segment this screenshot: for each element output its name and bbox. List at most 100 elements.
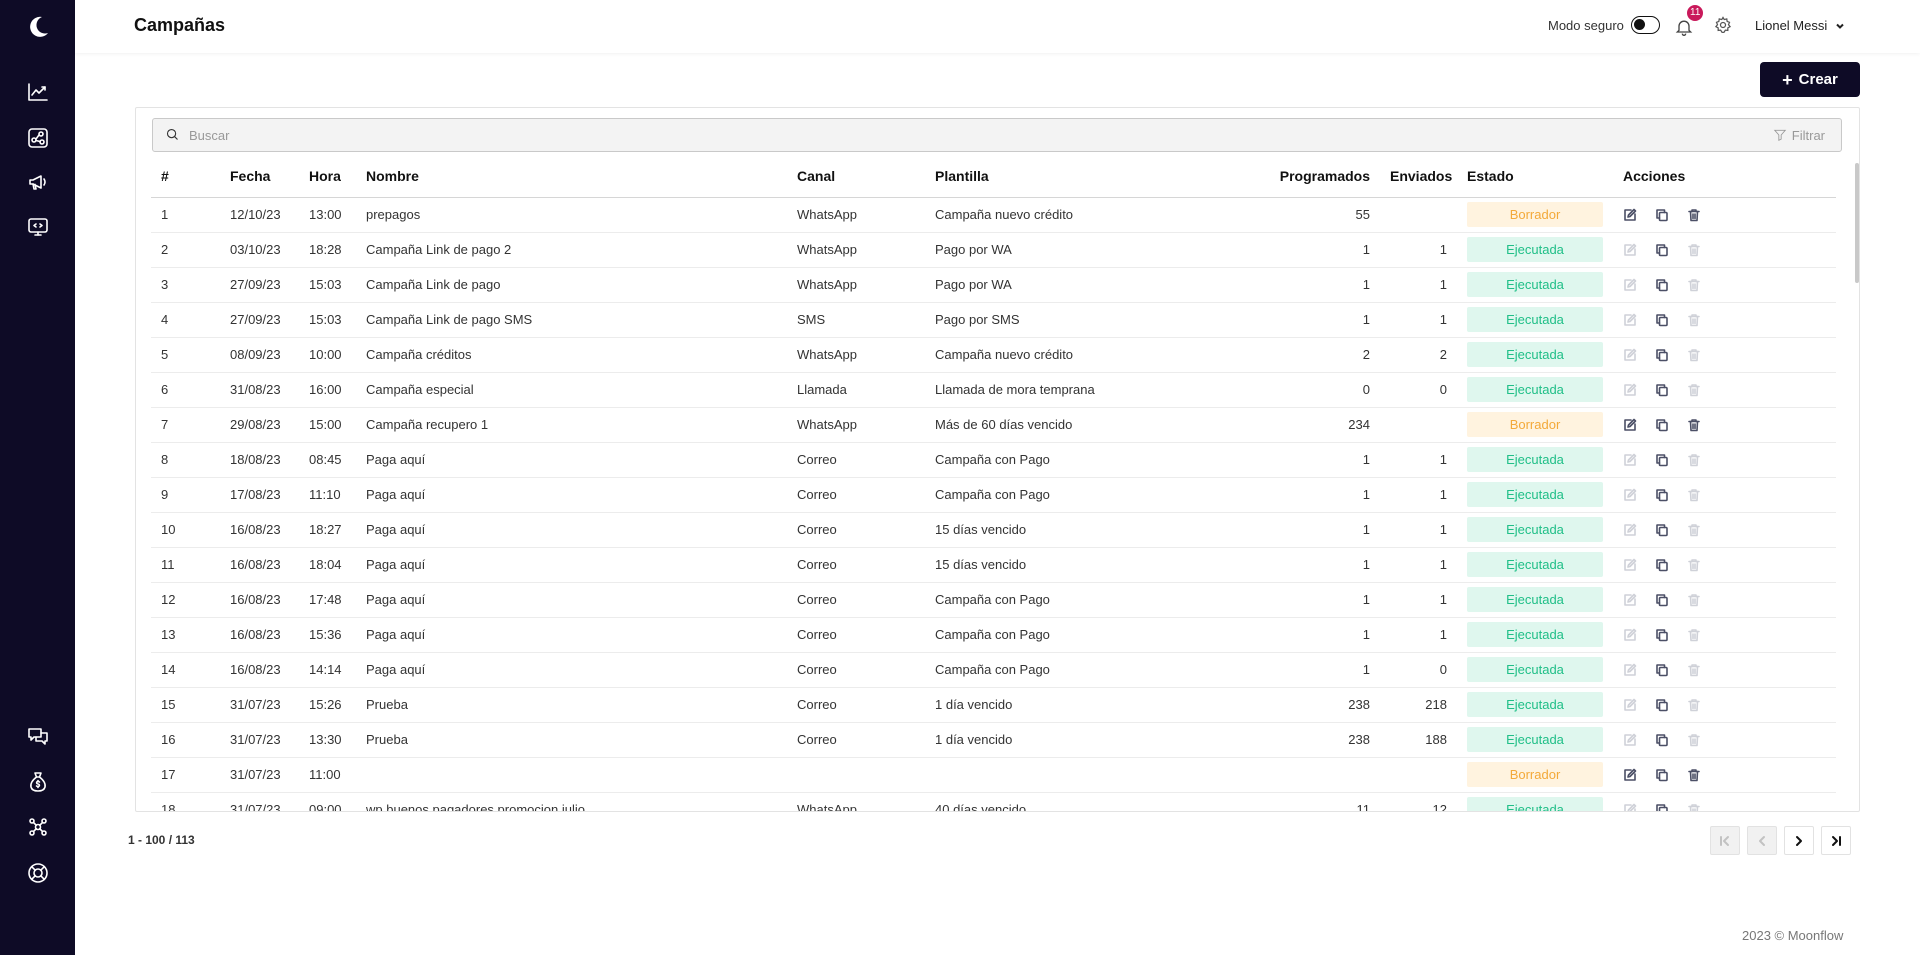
copy-icon[interactable]	[1655, 453, 1669, 467]
trash-icon[interactable]	[1687, 278, 1701, 292]
user-menu[interactable]: Lionel Messi	[1755, 18, 1845, 33]
edit-icon[interactable]	[1623, 348, 1637, 362]
table-row[interactable]: 10 16/08/23 18:27 Paga aquí Correo 15 días ve…	[151, 512, 1836, 548]
trash-icon[interactable]	[1687, 488, 1701, 502]
network-icon[interactable]	[0, 807, 75, 847]
money-bag-icon[interactable]	[0, 762, 75, 802]
table-row[interactable]: 4 27/09/23 15:03 Campaña Link de pago SMS SM…	[151, 302, 1836, 338]
table-row[interactable]: 6 31/08/23 16:00 Campaña especial Llamada Lla…	[151, 372, 1836, 408]
copy-icon[interactable]	[1655, 698, 1669, 712]
trash-icon[interactable]	[1687, 348, 1701, 362]
table-row[interactable]: 17 31/07/23 11:00 Borrador	[151, 757, 1836, 793]
edit-icon[interactable]	[1623, 278, 1637, 292]
last-page-button[interactable]	[1821, 826, 1851, 855]
copy-icon[interactable]	[1655, 628, 1669, 642]
copy-icon[interactable]	[1655, 523, 1669, 537]
copy-icon[interactable]	[1655, 488, 1669, 502]
table-row[interactable]: 12 16/08/23 17:48 Paga aquí Correo Campaña co…	[151, 582, 1836, 618]
copy-icon[interactable]	[1655, 663, 1669, 677]
copy-icon[interactable]	[1655, 243, 1669, 257]
column-header-template[interactable]: Plantilla	[925, 156, 1209, 198]
trash-icon[interactable]	[1687, 523, 1701, 537]
column-header-scheduled[interactable]: Programados	[1209, 156, 1380, 198]
table-row[interactable]: 18 31/07/23 09:00 wp buenos pagadores promo…	[151, 792, 1836, 811]
copy-icon[interactable]	[1655, 313, 1669, 327]
next-page-button[interactable]	[1784, 826, 1814, 855]
edit-icon[interactable]	[1623, 313, 1637, 327]
edit-icon[interactable]	[1623, 383, 1637, 397]
table-row[interactable]: 1 12/10/23 13:00 prepagos WhatsApp Campaña nu…	[151, 197, 1836, 233]
column-header-number[interactable]: #	[151, 156, 220, 198]
filter-button[interactable]: Filtrar	[1773, 128, 1825, 143]
table-row[interactable]: 9 17/08/23 11:10 Paga aquí Correo Campaña con…	[151, 477, 1836, 513]
edit-icon[interactable]	[1623, 418, 1637, 432]
trash-icon[interactable]	[1687, 803, 1701, 811]
share-network-icon[interactable]	[0, 118, 75, 158]
edit-icon[interactable]	[1623, 558, 1637, 572]
table-row[interactable]: 2 03/10/23 18:28 Campaña Link de pago 2 What…	[151, 232, 1836, 268]
copy-icon[interactable]	[1655, 803, 1669, 811]
edit-icon[interactable]	[1623, 803, 1637, 811]
edit-icon[interactable]	[1623, 523, 1637, 537]
copy-icon[interactable]	[1655, 558, 1669, 572]
edit-icon[interactable]	[1623, 208, 1637, 222]
first-page-button[interactable]	[1710, 826, 1740, 855]
copy-icon[interactable]	[1655, 383, 1669, 397]
edit-icon[interactable]	[1623, 768, 1637, 782]
column-header-date[interactable]: Fecha	[220, 156, 299, 198]
table-row[interactable]: 7 29/08/23 15:00 Campaña recupero 1 WhatsApp…	[151, 407, 1836, 443]
table-row[interactable]: 13 16/08/23 15:36 Paga aquí Correo Campaña co…	[151, 617, 1836, 653]
trash-icon[interactable]	[1687, 418, 1701, 432]
edit-icon[interactable]	[1623, 593, 1637, 607]
copy-icon[interactable]	[1655, 348, 1669, 362]
column-header-time[interactable]: Hora	[299, 156, 356, 198]
copy-icon[interactable]	[1655, 768, 1669, 782]
previous-page-button[interactable]	[1747, 826, 1777, 855]
notifications-button[interactable]: 11	[1672, 5, 1704, 39]
chart-line-icon[interactable]	[0, 72, 75, 112]
trash-icon[interactable]	[1687, 593, 1701, 607]
table-row[interactable]: 16 31/07/23 13:30 Prueba Correo 1 día vencido…	[151, 722, 1836, 758]
trash-icon[interactable]	[1687, 243, 1701, 257]
table-row[interactable]: 14 16/08/23 14:14 Paga aquí Correo Campaña co…	[151, 652, 1836, 688]
edit-icon[interactable]	[1623, 663, 1637, 677]
trash-icon[interactable]	[1687, 768, 1701, 782]
trash-icon[interactable]	[1687, 383, 1701, 397]
safe-mode-toggle[interactable]	[1631, 16, 1660, 34]
table-row[interactable]: 8 18/08/23 08:45 Paga aquí Correo Campaña con…	[151, 442, 1836, 478]
column-header-name[interactable]: Nombre	[356, 156, 787, 198]
edit-icon[interactable]	[1623, 243, 1637, 257]
trash-icon[interactable]	[1687, 453, 1701, 467]
lifebuoy-icon[interactable]	[0, 853, 75, 893]
column-header-sent[interactable]: Enviados	[1380, 156, 1457, 198]
column-header-channel[interactable]: Canal	[787, 156, 925, 198]
trash-icon[interactable]	[1687, 628, 1701, 642]
edit-icon[interactable]	[1623, 628, 1637, 642]
presentation-icon[interactable]	[0, 207, 75, 247]
chat-icon[interactable]	[0, 716, 75, 756]
megaphone-icon[interactable]	[0, 162, 75, 202]
edit-icon[interactable]	[1623, 698, 1637, 712]
moon-logo[interactable]	[0, 6, 75, 48]
trash-icon[interactable]	[1687, 313, 1701, 327]
settings-button[interactable]	[1713, 15, 1735, 37]
copy-icon[interactable]	[1655, 278, 1669, 292]
table-row[interactable]: 5 08/09/23 10:00 Campaña créditos WhatsApp Ca…	[151, 337, 1836, 373]
edit-icon[interactable]	[1623, 453, 1637, 467]
table-scrollbar[interactable]	[1855, 163, 1859, 283]
column-header-status[interactable]: Estado	[1457, 156, 1613, 198]
search-input[interactable]	[189, 127, 1773, 143]
table-row[interactable]: 11 16/08/23 18:04 Paga aquí Correo 15 días ve…	[151, 547, 1836, 583]
trash-icon[interactable]	[1687, 663, 1701, 677]
table-row[interactable]: 3 27/09/23 15:03 Campaña Link de pago WhatsA…	[151, 267, 1836, 303]
table-row[interactable]: 15 31/07/23 15:26 Prueba Correo 1 día vencido…	[151, 687, 1836, 723]
edit-icon[interactable]	[1623, 733, 1637, 747]
copy-icon[interactable]	[1655, 418, 1669, 432]
copy-icon[interactable]	[1655, 733, 1669, 747]
trash-icon[interactable]	[1687, 208, 1701, 222]
trash-icon[interactable]	[1687, 733, 1701, 747]
copy-icon[interactable]	[1655, 208, 1669, 222]
copy-icon[interactable]	[1655, 593, 1669, 607]
trash-icon[interactable]	[1687, 558, 1701, 572]
trash-icon[interactable]	[1687, 698, 1701, 712]
